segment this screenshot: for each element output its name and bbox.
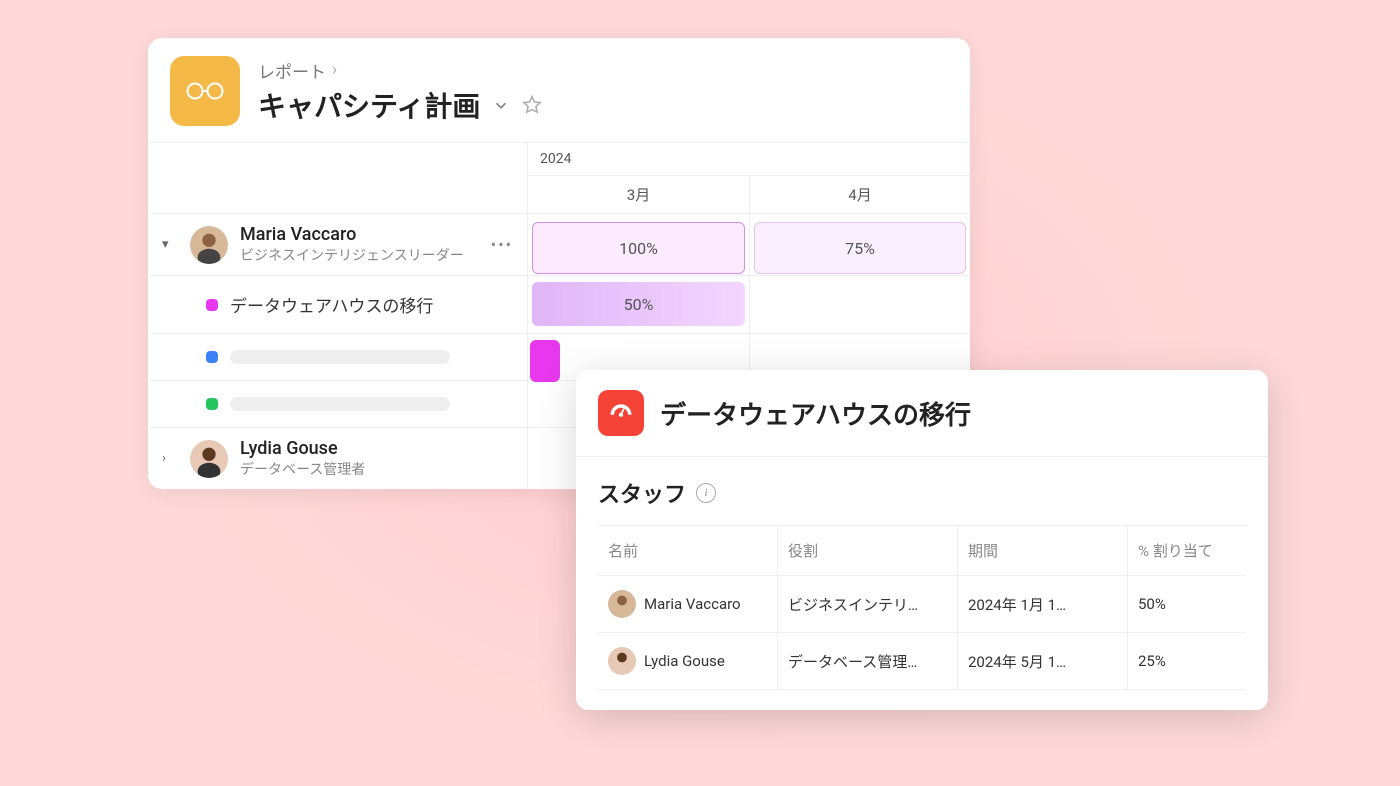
month-header: 3月 — [528, 176, 750, 214]
person-role: データベース管理者 — [240, 459, 365, 479]
breadcrumb-item[interactable]: レポート — [258, 58, 326, 83]
cell-role: データベース管理… — [788, 651, 917, 672]
chevron-down-icon[interactable]: ▾ — [162, 237, 178, 252]
task-row[interactable] — [148, 381, 528, 428]
gauge-icon — [598, 390, 644, 436]
page-title: キャパシティ計画 — [258, 85, 480, 125]
cell-period: 2024年 1月 1… — [968, 594, 1066, 615]
person-role: ビジネスインテリジェンスリーダー — [240, 245, 464, 265]
task-row[interactable]: データウェアハウスの移行 — [148, 276, 528, 334]
more-icon[interactable]: ••• — [491, 235, 513, 254]
task-placeholder — [230, 397, 450, 411]
staff-section-label: スタッフ — [598, 477, 686, 509]
chevron-down-icon[interactable] — [492, 96, 510, 114]
year-label: 2024 — [528, 143, 970, 176]
person-row[interactable]: ▾ Maria Vaccaro ビジネスインテリジェンスリーダー ••• — [148, 214, 528, 276]
avatar — [190, 226, 228, 264]
task-placeholder — [230, 350, 450, 364]
cell-alloc: 25% — [1138, 652, 1166, 670]
detail-header: データウェアハウスの移行 — [576, 370, 1268, 457]
cell-alloc: 50% — [1138, 595, 1166, 613]
task-allocation-bar[interactable]: 50% — [532, 282, 745, 326]
cell-name: Lydia Gouse — [644, 652, 725, 670]
chevron-right-icon: › — [332, 60, 337, 80]
task-bar-stub[interactable] — [530, 340, 560, 382]
allocation-cell[interactable]: 100% — [528, 214, 750, 276]
table-row[interactable]: Lydia Gouse データベース管理… 2024年 5月 1… 25% — [598, 633, 1246, 690]
person-row[interactable]: › Lydia Gouse データベース管理者 — [148, 428, 528, 489]
col-role: 役割 — [778, 526, 958, 576]
task-row[interactable] — [148, 334, 528, 381]
info-icon[interactable]: i — [696, 483, 716, 503]
avatar — [608, 647, 636, 675]
col-name: 名前 — [598, 526, 778, 576]
task-color-icon — [206, 398, 218, 410]
allocation-bar[interactable]: 100% — [532, 222, 745, 274]
task-detail-card: データウェアハウスの移行 スタッフ i 名前 役割 期間 % 割り当て Mari… — [576, 370, 1268, 710]
avatar — [190, 440, 228, 478]
task-bar-cell[interactable]: 50% — [528, 276, 750, 334]
person-name: Maria Vaccaro — [240, 224, 464, 245]
card-header: レポート › キャパシティ計画 — [148, 38, 970, 142]
month-header: 4月 — [750, 176, 970, 214]
cell-period: 2024年 5月 1… — [968, 651, 1066, 672]
staff-table: 名前 役割 期間 % 割り当て Maria Vaccaro ビジネスインテリ… … — [598, 525, 1246, 690]
report-icon — [170, 56, 240, 126]
cell-name: Maria Vaccaro — [644, 595, 741, 613]
chevron-right-icon[interactable]: › — [162, 451, 178, 466]
avatar — [608, 590, 636, 618]
task-label: データウェアハウスの移行 — [230, 292, 433, 317]
star-icon[interactable] — [522, 95, 542, 115]
allocation-cell[interactable]: 75% — [750, 214, 970, 276]
breadcrumb[interactable]: レポート › — [258, 58, 542, 83]
table-row[interactable]: Maria Vaccaro ビジネスインテリ… 2024年 1月 1… 50% — [598, 576, 1246, 633]
cell-role: ビジネスインテリ… — [788, 594, 918, 615]
detail-title: データウェアハウスの移行 — [660, 395, 971, 432]
task-color-icon — [206, 351, 218, 363]
person-name: Lydia Gouse — [240, 438, 365, 459]
allocation-bar[interactable]: 75% — [754, 222, 966, 274]
col-period: 期間 — [958, 526, 1128, 576]
task-color-icon — [206, 299, 218, 311]
col-alloc: % 割り当て — [1128, 526, 1246, 576]
